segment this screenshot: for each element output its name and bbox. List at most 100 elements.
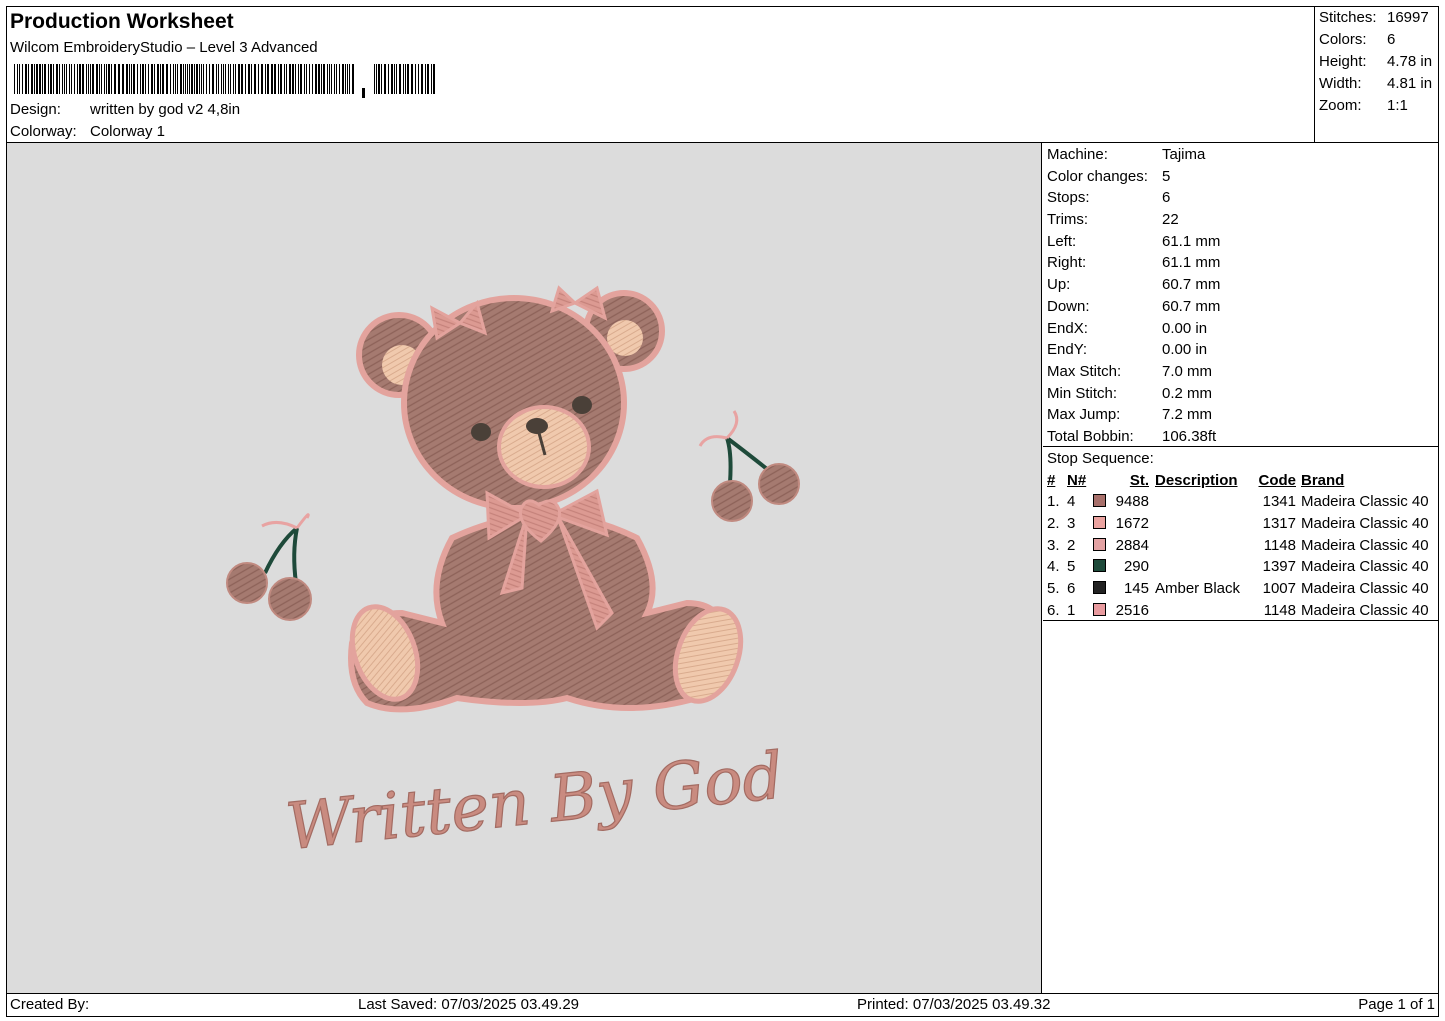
info-panel: Machine: Tajima Color changes: 5 Stops: 6 Trim… bbox=[1043, 143, 1439, 993]
design-summary: Stitches: 16997 Colors: 6 Height: 4.78 in W… bbox=[1314, 6, 1439, 143]
row-stitches: 2516 bbox=[1115, 601, 1149, 619]
page-title: Production Worksheet bbox=[10, 10, 234, 33]
machine-row: Machine: Tajima bbox=[1047, 145, 1439, 167]
row-code: 1148 bbox=[1263, 601, 1296, 619]
col-stitches: St. bbox=[1129, 472, 1149, 489]
color-swatch bbox=[1093, 602, 1106, 616]
stop-sequence-title: Stop Sequence: bbox=[1047, 450, 1154, 467]
table-row: 5. 6 145 Amber Black 1007 Madeira Classic 40 bbox=[1047, 578, 1429, 600]
design-preview: Written By God bbox=[7, 143, 1042, 993]
row-description bbox=[1149, 534, 1251, 556]
row-needle: 6 bbox=[1067, 580, 1076, 598]
width-label: Width: bbox=[1319, 75, 1362, 92]
row-num: 1. bbox=[1047, 493, 1060, 511]
row-needle: 1 bbox=[1067, 601, 1076, 619]
teddy-bear-graphic bbox=[348, 285, 744, 713]
machine-row: Max Stitch: 7.0 mm bbox=[1047, 362, 1439, 384]
zoom-label: Zoom: bbox=[1319, 97, 1362, 114]
stop-sequence-table: # N# St. Description Code Brand 1. 4 9488 1… bbox=[1047, 470, 1429, 621]
machine-row: Left: 61.1 mm bbox=[1047, 232, 1439, 254]
machine-label: EndY: bbox=[1047, 341, 1088, 359]
row-num: 3. bbox=[1047, 536, 1060, 554]
machine-row: EndY: 0.00 in bbox=[1047, 340, 1439, 362]
design-label: Design: bbox=[10, 101, 61, 118]
machine-value: 60.7 mm bbox=[1162, 276, 1221, 294]
row-stitches: 2884 bbox=[1115, 536, 1149, 554]
machine-label: Max Stitch: bbox=[1047, 362, 1122, 380]
created-by: Created By: bbox=[10, 996, 90, 1013]
width-row: Width: 4.81 in bbox=[1319, 74, 1439, 96]
row-description bbox=[1149, 513, 1251, 535]
row-num: 6. bbox=[1047, 601, 1060, 619]
col-num: # bbox=[1047, 472, 1056, 489]
machine-row: Right: 61.1 mm bbox=[1047, 253, 1439, 275]
colors-value: 6 bbox=[1387, 31, 1396, 48]
row-stitches: 9488 bbox=[1115, 493, 1149, 511]
embroidery-design: Written By God bbox=[226, 285, 800, 866]
machine-value: 0.00 in bbox=[1162, 319, 1208, 337]
color-swatch bbox=[1093, 581, 1106, 595]
color-swatch bbox=[1093, 516, 1106, 530]
stitches-value: 16997 bbox=[1387, 9, 1429, 26]
table-row: 4. 5 290 1397 Madeira Classic 40 bbox=[1047, 556, 1429, 578]
stop-sequence: Stop Sequence: # N# St. Description Code… bbox=[1043, 447, 1439, 621]
machine-value: 61.1 mm bbox=[1162, 232, 1221, 250]
row-needle: 3 bbox=[1067, 515, 1076, 533]
machine-label: Left: bbox=[1047, 232, 1077, 250]
table-row: 2. 3 1672 1317 Madeira Classic 40 bbox=[1047, 513, 1429, 535]
software-name: Wilcom EmbroideryStudio – Level 3 Advanc… bbox=[10, 39, 318, 56]
zoom-value: 1:1 bbox=[1387, 97, 1408, 114]
table-row: 3. 2 2884 1148 Madeira Classic 40 bbox=[1047, 534, 1429, 556]
machine-value: 106.38ft bbox=[1162, 427, 1217, 445]
machine-label: Max Jump: bbox=[1047, 406, 1121, 424]
machine-label: Up: bbox=[1047, 276, 1071, 294]
stitches-label: Stitches: bbox=[1319, 9, 1377, 26]
table-row: 6. 1 2516 1148 Madeira Classic 40 bbox=[1047, 599, 1429, 621]
printed-date: Printed: 07/03/2025 03.49.32 bbox=[857, 996, 1051, 1013]
machine-value: 22 bbox=[1162, 211, 1179, 229]
col-code: Code bbox=[1258, 472, 1297, 489]
machine-label: Min Stitch: bbox=[1047, 384, 1118, 402]
row-brand: Madeira Classic 40 bbox=[1301, 580, 1429, 598]
row-stitches: 1672 bbox=[1115, 515, 1149, 533]
col-description: Description bbox=[1155, 472, 1238, 489]
machine-value: Tajima bbox=[1162, 146, 1206, 163]
height-label: Height: bbox=[1319, 53, 1367, 70]
row-description bbox=[1149, 599, 1251, 621]
machine-row: Up: 60.7 mm bbox=[1047, 275, 1439, 297]
color-swatch-cell bbox=[1093, 491, 1113, 513]
machine-label: Total Bobbin: bbox=[1047, 427, 1134, 445]
color-swatch-cell bbox=[1093, 599, 1113, 621]
width-value: 4.81 in bbox=[1387, 75, 1433, 92]
last-saved: Last Saved: 07/03/2025 03.49.29 bbox=[358, 996, 580, 1013]
machine-row: Total Bobbin: 106.38ft bbox=[1047, 427, 1439, 449]
row-brand: Madeira Classic 40 bbox=[1301, 536, 1429, 554]
table-row: 1. 4 9488 1341 Madeira Classic 40 bbox=[1047, 491, 1429, 513]
col-brand: Brand bbox=[1301, 472, 1345, 489]
color-swatch-cell bbox=[1093, 556, 1113, 578]
design-value: written by god v2 4,8in bbox=[90, 101, 241, 118]
machine-settings: Machine: Tajima Color changes: 5 Stops: 6 Trim… bbox=[1043, 143, 1439, 447]
row-needle: 4 bbox=[1067, 493, 1076, 511]
worksheet-header: Production Worksheet Wilcom EmbroiderySt… bbox=[6, 6, 1314, 143]
color-swatch-cell bbox=[1093, 534, 1113, 556]
row-needle: 5 bbox=[1067, 558, 1076, 576]
row-description bbox=[1149, 491, 1251, 513]
row-num: 2. bbox=[1047, 515, 1060, 533]
row-code: 1148 bbox=[1263, 536, 1296, 554]
row-brand: Madeira Classic 40 bbox=[1301, 493, 1429, 511]
cherry-left-graphic bbox=[226, 513, 312, 621]
height-row: Height: 4.78 in bbox=[1319, 52, 1439, 74]
color-swatch-cell bbox=[1093, 513, 1113, 535]
machine-value: 6 bbox=[1162, 189, 1171, 207]
color-swatch bbox=[1093, 494, 1106, 508]
row-code: 1007 bbox=[1262, 580, 1296, 598]
machine-label: Right: bbox=[1047, 254, 1087, 272]
machine-row: Max Jump: 7.2 mm bbox=[1047, 405, 1439, 427]
machine-row: Color changes: 5 bbox=[1047, 167, 1439, 189]
machine-label: Stops: bbox=[1047, 189, 1090, 207]
machine-row: Trims: 22 bbox=[1047, 210, 1439, 232]
machine-label: EndX: bbox=[1047, 319, 1088, 337]
col-needle: N# bbox=[1067, 472, 1087, 489]
row-code: 1341 bbox=[1262, 493, 1296, 511]
